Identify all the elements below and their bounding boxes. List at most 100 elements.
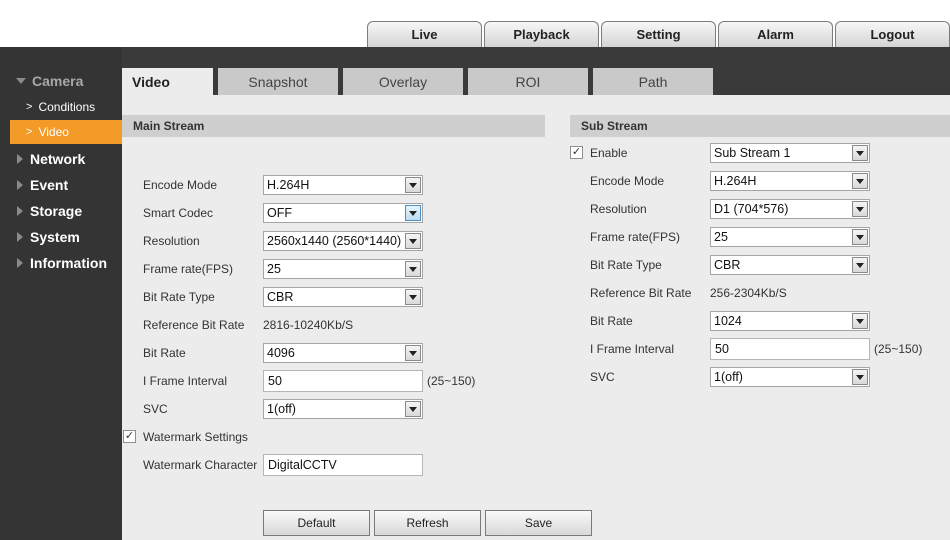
dropdown-arrow-icon (405, 205, 421, 221)
sidebar-item-camera[interactable]: Camera (0, 69, 122, 93)
frame-rate-label: Frame rate(FPS) (143, 262, 234, 276)
select-value: Sub Stream 1 (714, 146, 791, 160)
tab-roi[interactable]: ROI (468, 68, 588, 95)
sidebar-item-storage[interactable]: Storage (0, 199, 122, 223)
sidebar-item-label: Event (30, 177, 69, 193)
smart-codec-label: Smart Codec (143, 206, 214, 220)
top-bar: Live Playback Setting Alarm Logout (0, 0, 950, 47)
sub-resolution-label: Resolution (590, 202, 647, 216)
dropdown-arrow-icon (852, 369, 868, 385)
sidebar-item-event[interactable]: Event (0, 173, 122, 197)
save-button[interactable]: Save (485, 510, 592, 536)
select-value: H.264H (267, 178, 310, 192)
sub-bit-rate-select[interactable]: 1024 (710, 311, 870, 331)
caret-right-icon (17, 258, 23, 268)
default-button[interactable]: Default (263, 510, 370, 536)
chevron-right-icon: > (26, 126, 33, 138)
bit-rate-type-label: Bit Rate Type (143, 290, 215, 304)
dropdown-arrow-icon (405, 233, 421, 249)
enable-checkbox[interactable]: ✓ (570, 146, 583, 159)
alarm-button[interactable]: Alarm (718, 21, 833, 47)
main-bit-rate-type-select[interactable]: CBR (263, 287, 423, 307)
dropdown-arrow-icon (405, 345, 421, 361)
tab-path[interactable]: Path (593, 68, 713, 95)
refresh-button[interactable]: Refresh (374, 510, 481, 536)
main-resolution-select[interactable]: 2560x1440 (2560*1440) (263, 231, 423, 251)
logout-button[interactable]: Logout (835, 21, 950, 47)
playback-button[interactable]: Playback (484, 21, 599, 47)
main-frame-rate-select[interactable]: 25 (263, 259, 423, 279)
dropdown-arrow-icon (852, 257, 868, 273)
tab-snapshot[interactable]: Snapshot (218, 68, 338, 95)
dropdown-arrow-icon (405, 401, 421, 417)
sidebar-item-label: Camera (32, 73, 84, 89)
sub-bit-rate-type-select[interactable]: CBR (710, 255, 870, 275)
sidebar-item-label: Storage (30, 203, 83, 219)
top-nav: Live Playback Setting Alarm Logout (367, 21, 950, 47)
watermark-settings-label: Watermark Settings (143, 430, 248, 444)
iframe-interval-label: I Frame Interval (143, 374, 228, 388)
watermark-checkbox[interactable]: ✓ (123, 430, 136, 443)
dropdown-arrow-icon (852, 313, 868, 329)
sub-bit-rate-label: Bit Rate (590, 314, 633, 328)
sub-frame-rate-select[interactable]: 25 (710, 227, 870, 247)
bit-rate-label: Bit Rate (143, 346, 186, 360)
main-encode-mode-select[interactable]: H.264H (263, 175, 423, 195)
dropdown-arrow-icon (405, 289, 421, 305)
iframe-interval-hint: (25~150) (427, 374, 476, 388)
sidebar-item-video[interactable]: > Video (10, 120, 122, 144)
live-button[interactable]: Live (367, 21, 482, 47)
sub-frame-rate-label: Frame rate(FPS) (590, 230, 681, 244)
chevron-right-icon: > (26, 101, 33, 113)
dropdown-arrow-icon (852, 145, 868, 161)
sidebar-item-information[interactable]: Information (0, 251, 122, 275)
watermark-character-input[interactable]: DigitalCCTV (263, 454, 423, 476)
resolution-label: Resolution (143, 234, 200, 248)
tab-bar: Video Snapshot Overlay ROI Path (122, 68, 718, 95)
sidebar-item-network[interactable]: Network (0, 147, 122, 171)
caret-right-icon (17, 154, 23, 164)
svc-label: SVC (143, 402, 168, 416)
select-value: 25 (714, 230, 728, 244)
sidebar-item-label: Conditions (38, 100, 96, 114)
sidebar-item-label: Network (30, 151, 86, 167)
tab-video[interactable]: Video (122, 68, 213, 95)
sidebar-item-system[interactable]: System (0, 225, 122, 249)
sub-bit-rate-type-label: Bit Rate Type (590, 258, 662, 272)
select-value: OFF (267, 206, 292, 220)
dropdown-arrow-icon (405, 177, 421, 193)
select-value: 25 (267, 262, 281, 276)
caret-down-icon (16, 78, 26, 84)
sub-resolution-select[interactable]: D1 (704*576) (710, 199, 870, 219)
reference-bit-rate-label: Reference Bit Rate (143, 318, 245, 332)
reference-bit-rate-value: 2816-10240Kb/S (263, 318, 354, 332)
sub-stream-select[interactable]: Sub Stream 1 (710, 143, 870, 163)
caret-right-icon (17, 232, 23, 242)
select-value: CBR (267, 290, 294, 304)
sub-iframe-interval-label: I Frame Interval (590, 342, 675, 356)
select-value: CBR (714, 258, 741, 272)
sub-iframe-interval-hint: (25~150) (874, 342, 923, 356)
select-value: 2560x1440 (2560*1440) (267, 234, 402, 248)
sub-encode-mode-label: Encode Mode (590, 174, 665, 188)
sub-svc-select[interactable]: 1(off) (710, 367, 870, 387)
main-iframe-interval-input[interactable]: 50 (263, 370, 423, 392)
caret-right-icon (17, 206, 23, 216)
sidebar-item-label: System (30, 229, 80, 245)
tab-overlay[interactable]: Overlay (343, 68, 463, 95)
encode-mode-label: Encode Mode (143, 178, 218, 192)
watermark-character-label: Watermark Character (143, 458, 258, 472)
sub-encode-mode-select[interactable]: H.264H (710, 171, 870, 191)
main-svc-select[interactable]: 1(off) (263, 399, 423, 419)
main-bit-rate-select[interactable]: 4096 (263, 343, 423, 363)
select-value: 1024 (714, 314, 742, 328)
main-smart-codec-select[interactable]: OFF (263, 203, 423, 223)
sub-svc-label: SVC (590, 370, 615, 384)
sub-iframe-interval-input[interactable]: 50 (710, 338, 870, 360)
setting-button[interactable]: Setting (601, 21, 716, 47)
dropdown-arrow-icon (405, 261, 421, 277)
dropdown-arrow-icon (852, 229, 868, 245)
enable-label: Enable (590, 146, 628, 160)
sidebar-item-label: Information (30, 255, 107, 271)
sidebar-item-conditions[interactable]: > Conditions (10, 95, 122, 119)
